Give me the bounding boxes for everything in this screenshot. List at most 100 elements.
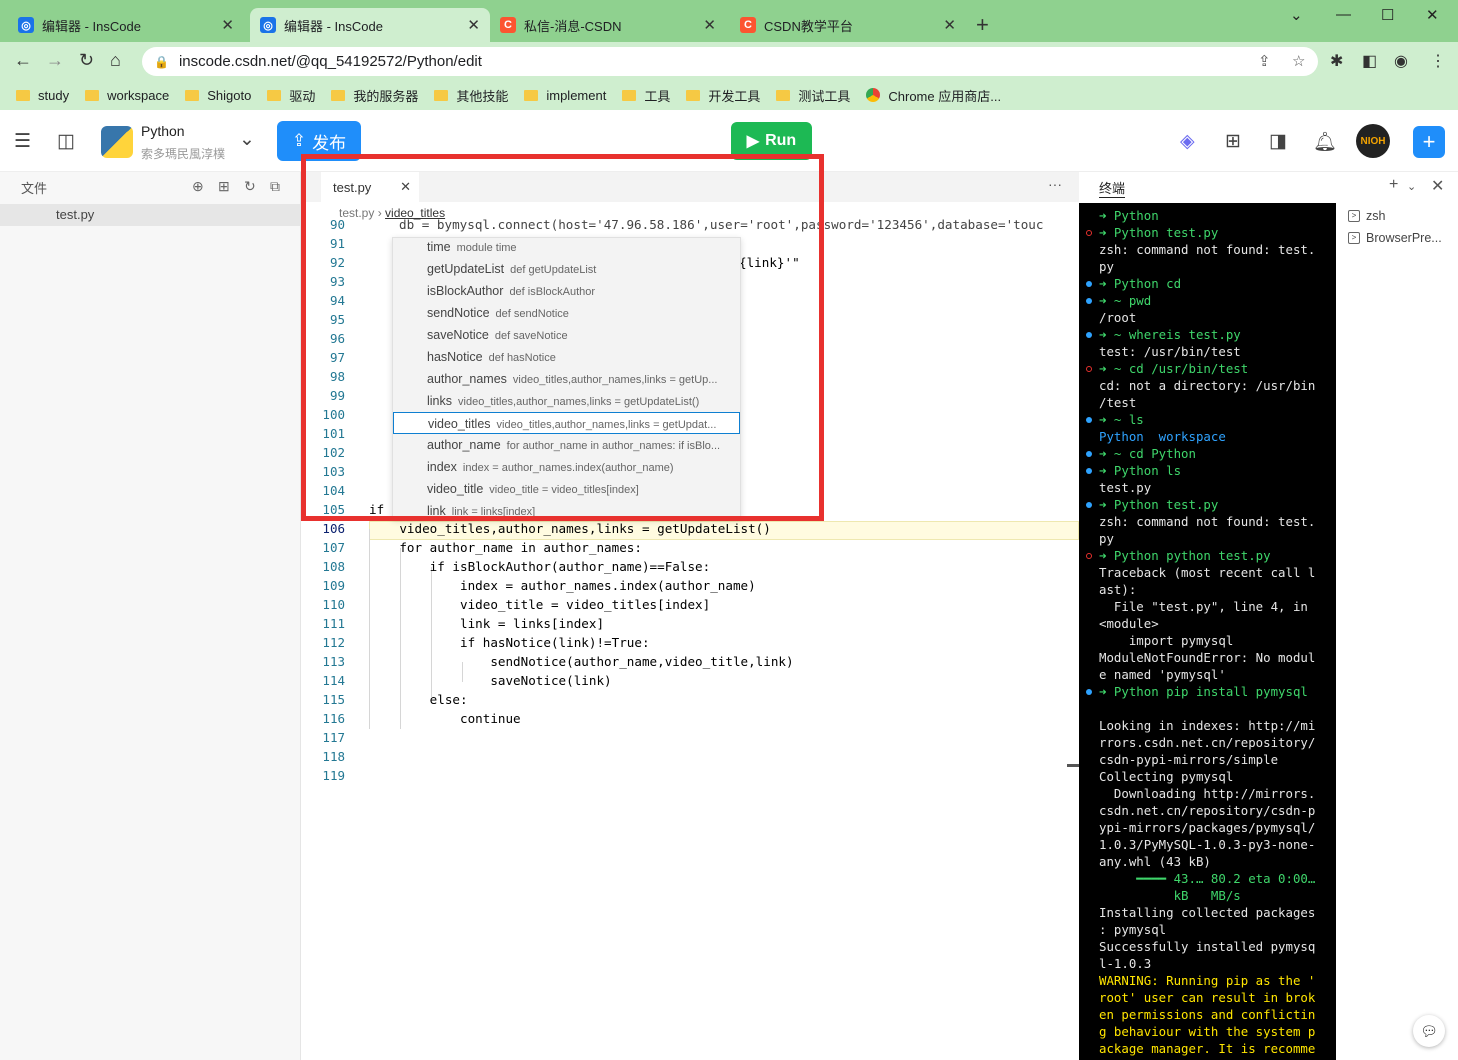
code-line: if hasNotice(link)!=True: bbox=[369, 635, 650, 650]
bookmark-item[interactable]: 测试工具 bbox=[776, 86, 850, 105]
session-item-browserpreview[interactable]: > BrowserPre... bbox=[1348, 227, 1458, 249]
file-item-test-py[interactable]: test.py bbox=[0, 204, 300, 226]
code-line: if isBlockAuthor(author_name)==False: bbox=[369, 559, 711, 574]
line-number: 111 bbox=[322, 616, 345, 631]
terminal-line: Collecting pymysql bbox=[1099, 769, 1234, 784]
bookmark-star-icon[interactable]: ☆ bbox=[1292, 52, 1305, 70]
tab-terminal[interactable]: 终端 bbox=[1099, 178, 1126, 198]
terminal-line: ➜ Python cd bbox=[1099, 276, 1182, 291]
line-number: 119 bbox=[322, 768, 345, 783]
extensions-icon[interactable]: ✱ bbox=[1330, 51, 1343, 71]
bookmark-item[interactable]: 驱动 bbox=[267, 86, 315, 105]
terminal-line: cd: not a directory: /usr/bin bbox=[1099, 378, 1316, 393]
error-dot-icon bbox=[1086, 553, 1092, 559]
collapse-all-icon[interactable]: ⧉ bbox=[270, 178, 280, 195]
bookmark-item[interactable]: Chrome 应用商店... bbox=[866, 86, 1001, 105]
new-terminal-icon[interactable]: + bbox=[1389, 176, 1398, 194]
terminal-output[interactable]: ➜ Python ➜ Python test.py zsh: command n… bbox=[1079, 203, 1336, 1060]
terminal-sessions: > zsh > BrowserPre... bbox=[1348, 205, 1458, 249]
profile-icon[interactable]: ◉ bbox=[1394, 51, 1408, 71]
new-file-icon[interactable]: ⊕ bbox=[192, 178, 204, 195]
csdn-icon: C bbox=[500, 17, 516, 33]
terminal-line: zsh: command not found: test. bbox=[1099, 242, 1316, 257]
warning-line: root' user can result in brok bbox=[1099, 990, 1316, 1005]
chevron-down-icon[interactable]: ⌄ bbox=[1407, 180, 1416, 193]
folder-icon bbox=[776, 89, 791, 101]
window-close-icon[interactable]: ✕ bbox=[1426, 6, 1439, 24]
prompt-dot-icon bbox=[1086, 502, 1092, 508]
new-folder-icon[interactable]: ⊞ bbox=[218, 178, 230, 195]
more-actions-icon[interactable]: ··· bbox=[1048, 176, 1062, 192]
bookmark-item[interactable]: 其他技能 bbox=[434, 86, 508, 105]
bookmark-item[interactable]: 工具 bbox=[622, 86, 670, 105]
tab-title: 私信-消息-CSDN bbox=[524, 18, 622, 34]
bookmark-item[interactable]: 我的服务器 bbox=[331, 86, 418, 105]
scrollbar-marker[interactable] bbox=[1067, 764, 1079, 767]
browser-frame: ◎ 编辑器 - InsCode ✕ ◎ 编辑器 - InsCode ✕ C 私信… bbox=[0, 0, 1458, 110]
terminal-line: ➜ ~ whereis test.py bbox=[1099, 327, 1241, 342]
terminal-icon: > bbox=[1348, 232, 1360, 244]
forward-icon[interactable]: → bbox=[46, 50, 64, 71]
new-tab-button[interactable]: + bbox=[976, 12, 989, 38]
refresh-icon[interactable]: ↻ bbox=[244, 178, 256, 195]
terminal-line: Successfully installed pymysq bbox=[1099, 939, 1316, 954]
terminal-line: e named 'pymysql' bbox=[1099, 667, 1226, 682]
terminal-line: ➜ Python bbox=[1099, 208, 1159, 223]
bookmark-item[interactable]: study bbox=[16, 88, 69, 103]
terminal-line: ➜ Python python test.py bbox=[1099, 548, 1271, 563]
apps-grid-icon[interactable]: ⊞ bbox=[1225, 130, 1241, 153]
close-panel-icon[interactable]: ✕ bbox=[1431, 176, 1444, 196]
hamburger-menu-icon[interactable]: ☰ bbox=[14, 130, 31, 153]
code-line: saveNotice(link) bbox=[369, 673, 612, 688]
bookmark-item[interactable]: workspace bbox=[85, 88, 169, 103]
browser-tab-4[interactable]: C CSDN教学平台 ✕ bbox=[730, 8, 966, 42]
session-item-zsh[interactable]: > zsh bbox=[1348, 205, 1458, 227]
close-icon[interactable]: ✕ bbox=[221, 16, 234, 34]
bookmark-item[interactable]: implement bbox=[524, 88, 606, 103]
csdn-icon: C bbox=[740, 17, 756, 33]
home-icon[interactable]: ⌂ bbox=[110, 50, 121, 71]
ai-assistant-icon[interactable]: ◈ bbox=[1180, 130, 1195, 153]
add-button[interactable]: + bbox=[1413, 126, 1445, 158]
terminal-icon: > bbox=[1348, 210, 1360, 222]
close-icon[interactable]: ✕ bbox=[467, 16, 480, 34]
folder-icon bbox=[16, 89, 30, 101]
address-bar[interactable]: 🔒 inscode.csdn.net/@qq_54192572/Python/e… bbox=[142, 47, 1318, 76]
layout-icon[interactable]: ◨ bbox=[1269, 130, 1287, 153]
prompt-dot-icon bbox=[1086, 298, 1092, 304]
chrome-store-icon bbox=[866, 88, 881, 102]
terminal-line: csdn-pypi-mirrors/simple bbox=[1099, 752, 1279, 767]
code-line: index = author_names.index(author_name) bbox=[369, 578, 756, 593]
reload-icon[interactable]: ↻ bbox=[79, 50, 94, 71]
side-panel-icon[interactable]: ◧ bbox=[1362, 51, 1377, 71]
browser-tab-2[interactable]: ◎ 编辑器 - InsCode ✕ bbox=[250, 8, 490, 42]
progress-units-line: kB MB/s bbox=[1099, 888, 1241, 903]
close-icon[interactable]: ✕ bbox=[943, 16, 956, 34]
bookmark-item[interactable]: Shigoto bbox=[185, 88, 251, 103]
warning-line: g behaviour with the system p bbox=[1099, 1024, 1316, 1039]
browser-tab-3[interactable]: C 私信-消息-CSDN ✕ bbox=[490, 8, 726, 42]
bell-icon[interactable]: 🔔︎ bbox=[1313, 130, 1337, 154]
toggle-sidebar-icon[interactable]: ◫ bbox=[57, 130, 75, 153]
browser-tab-1[interactable]: ◎ 编辑器 - InsCode ✕ bbox=[8, 8, 244, 42]
share-icon[interactable]: ⇪ bbox=[1258, 52, 1271, 70]
file-explorer: 文件 ⊕ ⊞ ↻ ⧉ test.py bbox=[0, 172, 301, 1060]
minimize-icon[interactable]: — bbox=[1336, 6, 1351, 23]
line-number: 110 bbox=[322, 597, 345, 612]
tab-search-icon[interactable]: ⌄ bbox=[1290, 6, 1303, 24]
chat-icon[interactable]: 💬︎ bbox=[1413, 1015, 1445, 1047]
lock-icon[interactable]: 🔒 bbox=[154, 55, 169, 69]
back-icon[interactable]: ← bbox=[14, 50, 32, 71]
avatar[interactable]: NIOH bbox=[1356, 124, 1390, 158]
terminal-line: 1.0.3/PyMySQL-1.0.3-py3-none- bbox=[1099, 837, 1316, 852]
maximize-icon[interactable]: ☐ bbox=[1381, 6, 1394, 24]
close-icon[interactable]: ✕ bbox=[703, 16, 716, 34]
terminal-line: ➜ Python test.py bbox=[1099, 225, 1219, 240]
terminal-line: ypi-mirrors/packages/pymysql/ bbox=[1099, 820, 1316, 835]
chevron-down-icon[interactable]: ⌄ bbox=[239, 128, 255, 151]
menu-icon[interactable]: ⋮ bbox=[1430, 51, 1446, 71]
warning-line: WARNING: Running pip as the ' bbox=[1099, 973, 1316, 988]
toolbar: ← → ↻ ⌂ 🔒 inscode.csdn.net/@qq_54192572/… bbox=[0, 42, 1458, 80]
bookmark-item[interactable]: 开发工具 bbox=[686, 86, 760, 105]
folder-icon bbox=[434, 89, 449, 101]
